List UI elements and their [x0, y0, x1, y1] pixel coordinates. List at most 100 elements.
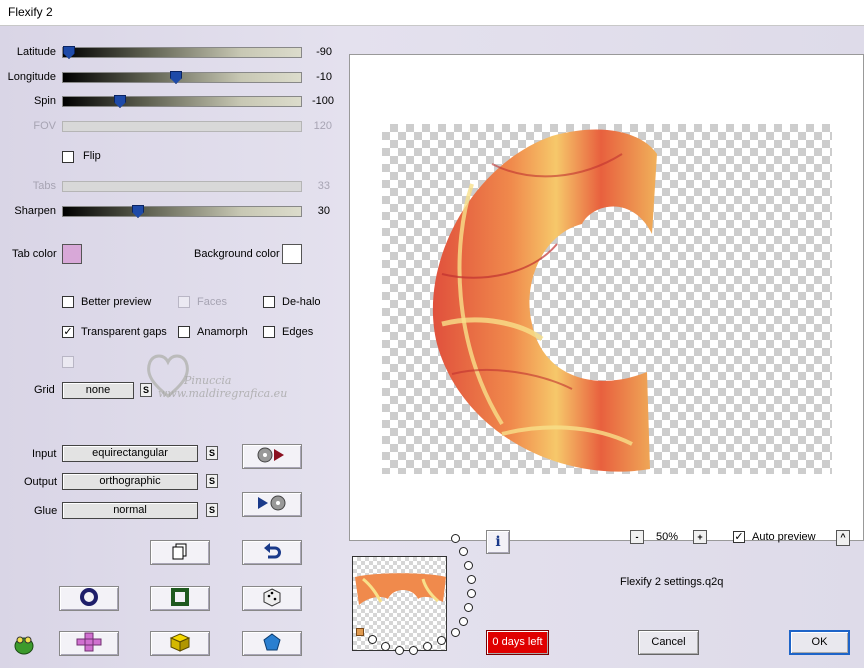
preset-dot[interactable] — [459, 547, 468, 556]
longitude-slider-thumb[interactable] — [170, 71, 182, 84]
auto-preview-label: Auto preview — [752, 531, 816, 543]
output-s-button[interactable]: S — [206, 474, 218, 488]
background-color-swatch[interactable] — [282, 244, 302, 264]
grid-s-button[interactable]: S — [140, 383, 152, 397]
tabs-slider — [62, 181, 302, 192]
watermark-text: Pinuccia www.maldiregrafica.eu — [158, 374, 287, 400]
glue-s-button[interactable]: S — [206, 503, 218, 517]
transparent-gaps-checkbox[interactable]: ✓ — [62, 326, 74, 338]
ring-icon — [79, 587, 99, 610]
output-label: Output — [24, 476, 58, 488]
fov-slider — [62, 121, 302, 132]
dice-icon — [262, 587, 282, 610]
faces-label: Faces — [197, 296, 227, 308]
grid-select[interactable]: none — [62, 382, 134, 399]
edges-label: Edges — [282, 326, 314, 338]
polyhedron-button[interactable] — [242, 631, 302, 656]
latitude-slider[interactable] — [62, 46, 302, 59]
spin-slider-thumb[interactable] — [114, 95, 126, 108]
tab-color-label: Tab color — [12, 248, 57, 260]
spin-label: Spin — [33, 95, 56, 107]
preset-dot[interactable] — [467, 575, 476, 584]
preset-dot[interactable] — [423, 642, 432, 651]
copy-button[interactable] — [150, 540, 210, 565]
better-preview-label: Better preview — [81, 296, 152, 308]
longitude-slider[interactable] — [62, 71, 302, 84]
background-color-label: Background color — [194, 248, 280, 260]
preset-dot[interactable] — [459, 617, 468, 626]
save-output-button[interactable] — [242, 492, 302, 517]
preset-dot[interactable] — [451, 628, 460, 637]
navigator-thumbnail[interactable] — [352, 556, 447, 651]
latitude-value: -90 — [316, 46, 332, 58]
zoom-out-button[interactable]: - — [630, 530, 644, 544]
transparent-gaps-label: Transparent gaps — [81, 326, 167, 338]
preset-dot[interactable] — [409, 646, 418, 655]
anamorph-checkbox[interactable] — [178, 326, 190, 338]
plugin-panel: Latitude -90 Longitude -10 Spin -100 FOV… — [0, 26, 864, 668]
de-halo-checkbox[interactable] — [263, 296, 275, 308]
collapse-button[interactable]: ^ — [836, 530, 850, 546]
square-frame-icon — [170, 587, 190, 610]
zoom-in-button[interactable]: + — [693, 530, 707, 544]
edges-checkbox[interactable] — [263, 326, 275, 338]
preset-dot[interactable] — [437, 636, 446, 645]
spin-slider[interactable] — [62, 95, 302, 108]
frame-button[interactable] — [150, 586, 210, 611]
tiles-button[interactable] — [59, 631, 119, 656]
input-select[interactable]: equirectangular — [62, 445, 198, 462]
title-bar: Flexify 2 — [0, 0, 864, 26]
auto-preview-checkbox[interactable]: ✓ — [733, 531, 745, 543]
zoom-level: 50% — [656, 531, 679, 543]
undo-button[interactable] — [242, 540, 302, 565]
settings-filename: Flexify 2 settings.q2q — [620, 576, 724, 588]
cube-icon — [169, 632, 191, 655]
copy-icon — [171, 542, 189, 563]
preset-dot[interactable] — [368, 635, 377, 644]
sphere-button[interactable] — [59, 586, 119, 611]
preview-canvas — [382, 124, 832, 474]
play-disc-icon — [252, 494, 292, 515]
disabled-option-checkbox — [62, 356, 74, 368]
fov-label: FOV — [33, 120, 56, 132]
glue-select[interactable]: normal — [62, 502, 198, 519]
latitude-slider-thumb[interactable] — [63, 46, 75, 59]
sharpen-slider[interactable] — [62, 205, 302, 218]
preset-dot[interactable] — [395, 646, 404, 655]
info-button[interactable]: i — [486, 530, 510, 554]
random-button[interactable] — [242, 586, 302, 611]
preset-dot[interactable] — [451, 534, 460, 543]
longitude-label: Longitude — [7, 71, 56, 83]
ok-button[interactable]: OK — [789, 630, 850, 655]
pentagon-icon — [262, 632, 282, 655]
preset-dot[interactable] — [467, 589, 476, 598]
latitude-label: Latitude — [16, 46, 56, 58]
flip-label: Flip — [83, 150, 101, 162]
sharpen-label: Sharpen — [14, 205, 56, 217]
de-halo-label: De-halo — [282, 296, 321, 308]
anamorph-label: Anamorph — [197, 326, 248, 338]
preset-square-marker[interactable] — [356, 628, 364, 636]
longitude-value: -10 — [316, 71, 332, 83]
sharpen-slider-thumb[interactable] — [132, 205, 144, 218]
preview-panel[interactable] — [349, 54, 864, 541]
tab-color-swatch[interactable] — [62, 244, 82, 264]
preset-dot[interactable] — [464, 603, 473, 612]
input-s-button[interactable]: S — [206, 446, 218, 460]
tabs-value: 33 — [317, 180, 330, 192]
croissant-image — [432, 129, 657, 472]
cross-tiles-icon — [75, 632, 103, 655]
watermark-line1: Pinuccia — [184, 374, 232, 387]
cube-button[interactable] — [150, 631, 210, 656]
cancel-button[interactable]: Cancel — [638, 630, 699, 655]
preset-dot[interactable] — [381, 642, 390, 651]
better-preview-checkbox[interactable] — [62, 296, 74, 308]
output-select[interactable]: orthographic — [62, 473, 198, 490]
navigator-image — [355, 573, 446, 605]
preset-dot[interactable] — [464, 561, 473, 570]
trial-badge[interactable]: 0 days left — [486, 630, 549, 655]
flip-checkbox[interactable] — [62, 151, 74, 163]
frog-logo-icon[interactable] — [12, 632, 36, 659]
spin-value: -100 — [311, 95, 334, 107]
load-input-button[interactable] — [242, 444, 302, 469]
